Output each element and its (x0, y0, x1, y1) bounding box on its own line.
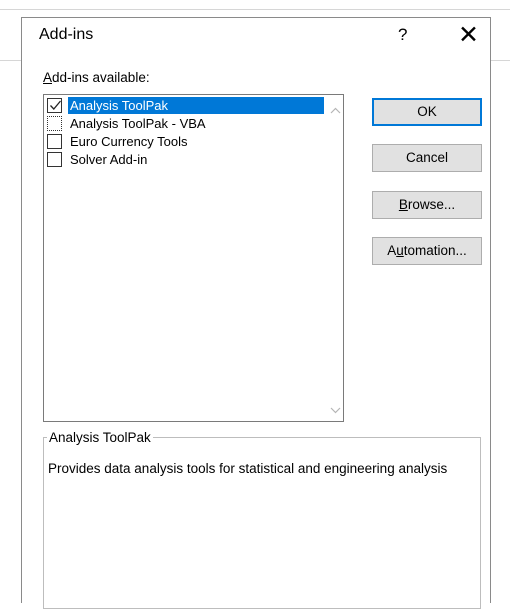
description-text: Provides data analysis tools for statist… (48, 461, 448, 476)
checkmark-icon (50, 100, 61, 110)
checkbox-analysis-toolpak-vba[interactable] (47, 116, 62, 131)
checkbox-analysis-toolpak[interactable] (47, 98, 62, 113)
background-gridline (0, 60, 21, 61)
button-text: A (387, 243, 397, 258)
cancel-button[interactable]: Cancel (372, 144, 482, 172)
list-item-label: Analysis ToolPak (68, 97, 324, 114)
dialog-title: Add-ins (39, 26, 94, 43)
add-ins-dialog: Add-ins ? ✕ Add-ins available: Analysis … (21, 17, 491, 609)
browse-button[interactable]: Browse... (372, 191, 482, 219)
close-button[interactable]: ✕ (458, 20, 479, 50)
list-item-label: Analysis ToolPak - VBA (70, 116, 206, 131)
list-item-analysis-toolpak[interactable]: Analysis ToolPak (47, 97, 347, 114)
scroll-up-arrow-icon[interactable] (330, 101, 341, 119)
dialog-titlebar: Add-ins ? ✕ (22, 18, 490, 54)
list-item-label: Euro Currency Tools (70, 134, 188, 149)
add-ins-available-label: Add-ins available: (43, 70, 150, 85)
mnemonic-letter: B (398, 197, 408, 212)
mnemonic-letter: u (396, 243, 404, 258)
add-ins-listbox[interactable]: Analysis ToolPak Analysis ToolPak - VBA … (43, 94, 344, 422)
mnemonic-letter: A (43, 70, 53, 85)
background-gridline (0, 9, 510, 10)
checkbox-solver-add-in[interactable] (47, 152, 62, 167)
list-item-solver-add-in[interactable]: Solver Add-in (47, 151, 347, 168)
help-button[interactable]: ? (398, 25, 407, 45)
label-text: dd-ins available: (52, 70, 150, 85)
automation-button[interactable]: Automation... (372, 237, 482, 265)
description-title: Analysis ToolPak (47, 430, 153, 445)
button-text: tomation... (403, 243, 467, 258)
ok-button[interactable]: OK (372, 98, 482, 126)
description-groupbox: Analysis ToolPak Provides data analysis … (43, 430, 481, 609)
checkbox-euro-currency-tools[interactable] (47, 134, 62, 149)
button-text: rowse... (407, 197, 456, 212)
list-item-euro-currency-tools[interactable]: Euro Currency Tools (47, 133, 347, 150)
list-item-analysis-toolpak-vba[interactable]: Analysis ToolPak - VBA (47, 115, 347, 132)
background-gridline (491, 60, 510, 61)
list-item-label: Solver Add-in (70, 152, 148, 167)
scroll-down-arrow-icon[interactable] (330, 401, 341, 419)
